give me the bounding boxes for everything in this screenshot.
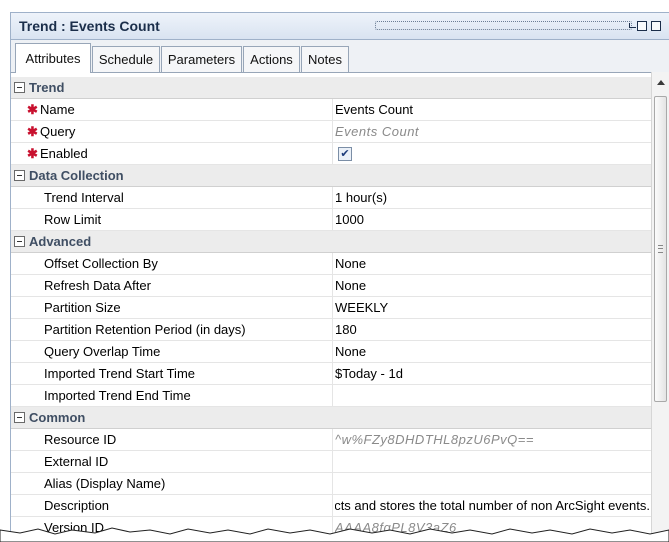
tab-bar: Attributes Schedule Parameters Actions N… — [10, 40, 669, 73]
property-label: Refresh Data After — [44, 278, 151, 293]
category-common[interactable]: Common — [11, 407, 651, 429]
column-divider — [332, 253, 333, 274]
category-label: Trend — [29, 80, 65, 95]
collapse-toggle-icon[interactable] — [14, 412, 25, 423]
property-label: Description — [44, 498, 110, 513]
property-label: Enabled — [40, 146, 88, 161]
category-label: Data Collection — [29, 168, 124, 183]
grip-handle-icon — [629, 23, 636, 28]
property-row-query-overlap[interactable]: Query Overlap Time None — [11, 341, 651, 363]
vertical-scrollbar[interactable] — [651, 72, 669, 542]
property-row-trend-interval[interactable]: Trend Interval 1 hour(s) — [11, 187, 651, 209]
column-divider — [332, 451, 333, 472]
property-label: External ID — [44, 454, 109, 469]
property-label: Row Limit — [44, 212, 102, 227]
required-asterisk-icon: ✱ — [27, 146, 38, 161]
column-divider — [332, 297, 333, 318]
name-value[interactable]: Events Count — [335, 102, 650, 117]
property-label: Query Overlap Time — [44, 344, 161, 359]
property-row-enabled[interactable]: ✱ Enabled ✔ — [11, 143, 651, 165]
property-row-name[interactable]: ✱ Name Events Count — [11, 99, 651, 121]
column-divider — [332, 275, 333, 296]
property-row-query[interactable]: ✱ Query Events Count — [11, 121, 651, 143]
collapse-toggle-icon[interactable] — [14, 82, 25, 93]
offset-collection-value[interactable]: None — [335, 256, 650, 271]
property-row-partition-retention[interactable]: Partition Retention Period (in days) 180 — [11, 319, 651, 341]
tab-actions[interactable]: Actions — [243, 46, 300, 72]
property-label: Partition Size — [44, 300, 121, 315]
collapse-toggle-icon[interactable] — [14, 236, 25, 247]
collapse-toggle-icon[interactable] — [14, 170, 25, 181]
column-divider — [332, 99, 333, 120]
property-row-partition-size[interactable]: Partition Size WEEKLY — [11, 297, 651, 319]
property-row-imported-end[interactable]: Imported Trend End Time — [11, 385, 651, 407]
window-title: Trend : Events Count — [19, 18, 160, 34]
partition-retention-value[interactable]: 180 — [335, 322, 650, 337]
column-divider — [332, 319, 333, 340]
category-data-collection[interactable]: Data Collection — [11, 165, 651, 187]
property-label: Query — [40, 124, 76, 139]
column-divider — [332, 473, 333, 494]
column-divider — [332, 143, 333, 164]
property-row-external-id[interactable]: External ID — [11, 451, 651, 473]
column-divider — [332, 495, 333, 516]
column-divider — [332, 341, 333, 362]
imported-start-value[interactable]: $Today - 1d — [335, 366, 650, 381]
property-row-offset-collection[interactable]: Offset Collection By None — [11, 253, 651, 275]
scrollbar-thumb[interactable] — [654, 96, 667, 402]
property-label: Imported Trend End Time — [44, 388, 191, 403]
restore-button[interactable] — [637, 21, 647, 31]
description-value[interactable]: Trend that collects and stores the total… — [335, 498, 650, 513]
titlebar-drag-grip[interactable] — [375, 21, 632, 30]
property-label: Name — [40, 102, 75, 117]
category-label: Common — [29, 410, 86, 425]
column-divider — [332, 121, 333, 142]
property-row-resource-id[interactable]: Resource ID ^w%FZy8DHDTHL8pzU6PvQ== — [11, 429, 651, 451]
property-row-imported-start[interactable]: Imported Trend Start Time $Today - 1d — [11, 363, 651, 385]
enabled-checkbox[interactable]: ✔ — [338, 147, 352, 161]
property-label: Imported Trend Start Time — [44, 366, 196, 381]
scroll-up-arrow-icon[interactable] — [657, 80, 665, 85]
tab-parameters[interactable]: Parameters — [161, 46, 242, 72]
required-asterisk-icon: ✱ — [27, 124, 38, 139]
property-label: Trend Interval — [44, 190, 124, 205]
row-limit-value[interactable]: 1000 — [335, 212, 650, 227]
column-divider — [332, 429, 333, 450]
window-titlebar[interactable]: Trend : Events Count ? — [10, 12, 669, 40]
required-asterisk-icon: ✱ — [27, 102, 38, 117]
property-label: Offset Collection By — [44, 256, 158, 271]
column-divider — [332, 385, 333, 406]
category-label: Advanced — [29, 234, 92, 249]
torn-edge-decoration — [0, 527, 669, 542]
property-row-alias[interactable]: Alias (Display Name) — [11, 473, 651, 495]
resource-id-value[interactable]: ^w%FZy8DHDTHL8pzU6PvQ== — [335, 432, 650, 447]
query-overlap-value[interactable]: None — [335, 344, 650, 359]
maximize-button[interactable] — [651, 21, 661, 31]
tab-notes[interactable]: Notes — [301, 46, 349, 72]
property-row-refresh-data[interactable]: Refresh Data After None — [11, 275, 651, 297]
thumb-grip-icon — [658, 245, 663, 253]
property-label: Resource ID — [44, 432, 117, 447]
property-label: Alias (Display Name) — [44, 476, 166, 491]
property-row-description[interactable]: Description Trend that collects and stor… — [11, 495, 651, 517]
column-divider — [332, 363, 333, 384]
property-row-row-limit[interactable]: Row Limit 1000 — [11, 209, 651, 231]
property-grid: Trend ✱ Name Events Count ✱ Query Events… — [10, 72, 651, 542]
category-advanced[interactable]: Advanced — [11, 231, 651, 253]
tab-schedule[interactable]: Schedule — [92, 46, 160, 72]
refresh-data-value[interactable]: None — [335, 278, 650, 293]
partition-size-value[interactable]: WEEKLY — [335, 300, 650, 315]
column-divider — [332, 187, 333, 208]
column-divider — [332, 209, 333, 230]
query-value[interactable]: Events Count — [335, 124, 650, 139]
category-trend[interactable]: Trend — [11, 77, 651, 99]
trend-interval-value[interactable]: 1 hour(s) — [335, 190, 650, 205]
property-label: Partition Retention Period (in days) — [44, 322, 246, 337]
tab-attributes[interactable]: Attributes — [15, 43, 91, 73]
